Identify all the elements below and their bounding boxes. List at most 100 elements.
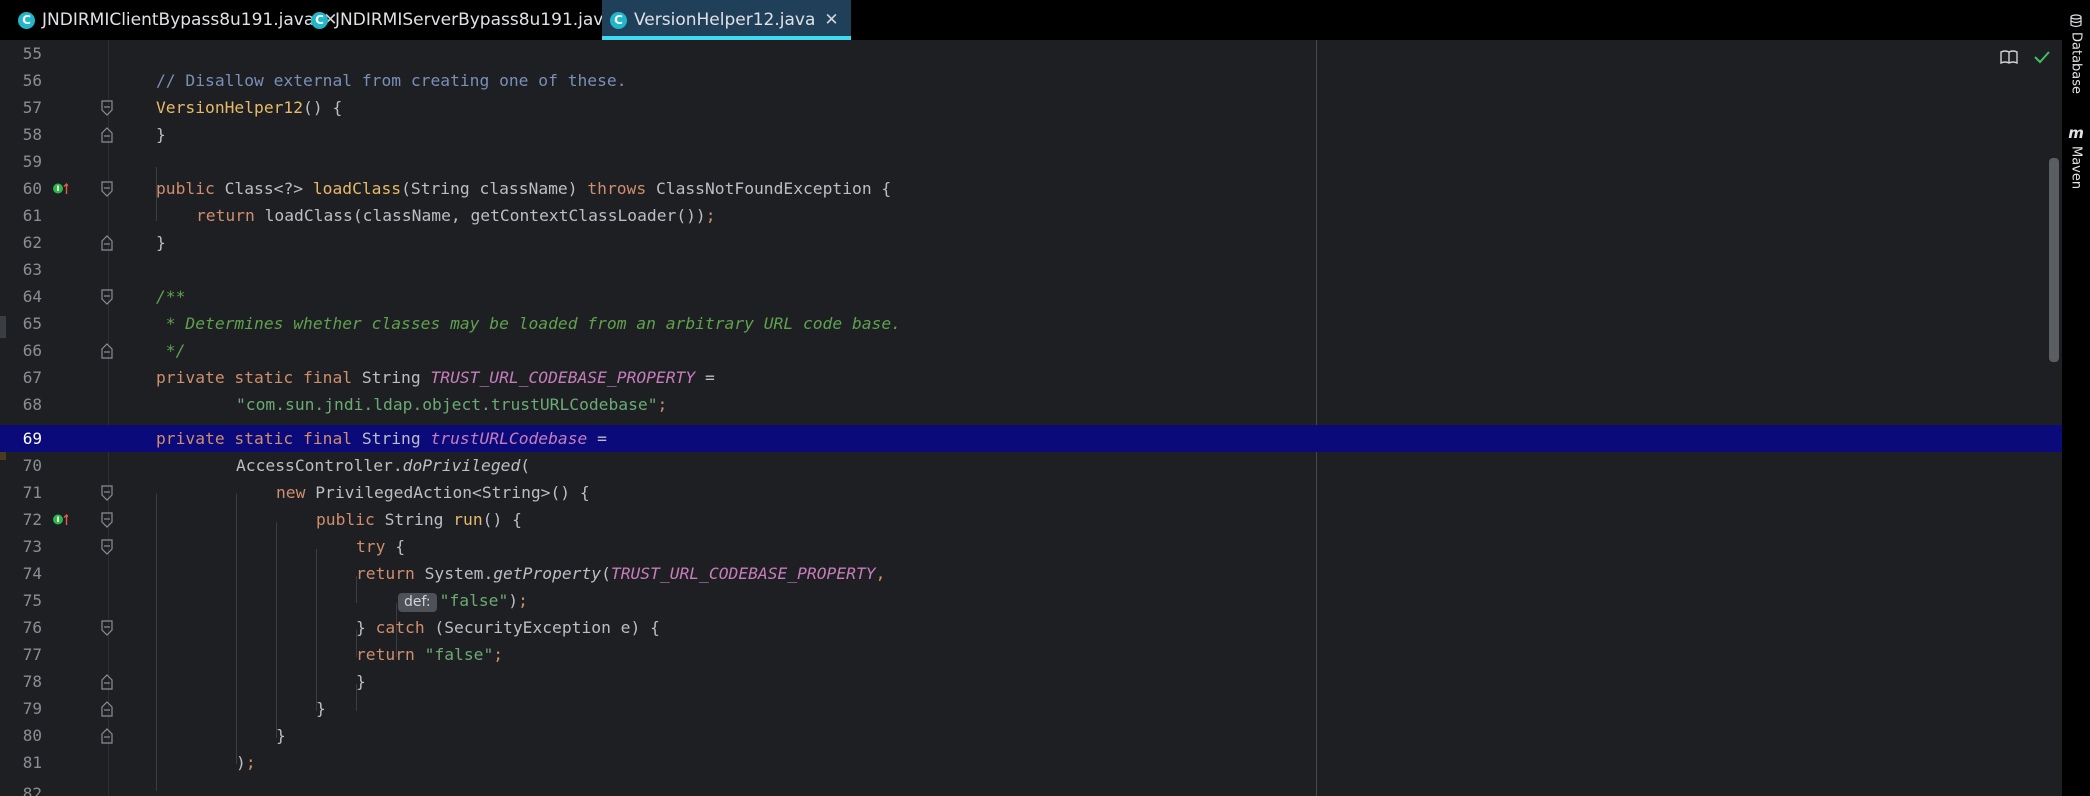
code-line[interactable]: 76 } catch (SecurityException e) { — [0, 614, 2062, 641]
code-text: return System.getProperty(TRUST_URL_CODE… — [356, 564, 886, 583]
line-number: 76 — [22, 618, 42, 637]
fold-open-icon[interactable] — [101, 620, 113, 636]
line-number: 55 — [22, 44, 42, 63]
tab-label: JNDIRMIClientBypass8u191.java — [42, 10, 315, 30]
code-line[interactable]: 58 } — [0, 121, 2062, 148]
line-number: 71 — [22, 483, 42, 502]
code-text: // Disallow external from creating one o… — [156, 71, 627, 90]
fold-end-icon[interactable] — [101, 343, 113, 359]
fold-open-icon[interactable] — [101, 181, 113, 197]
code-line[interactable]: 80 } — [0, 722, 2062, 749]
java-class-icon: C — [18, 11, 35, 29]
line-number: 56 — [22, 71, 42, 90]
code-text: ); — [236, 753, 256, 772]
code-text: VersionHelper12() { — [156, 98, 343, 117]
line-number: 80 — [22, 726, 42, 745]
code-text: return loadClass(className, getContextCl… — [196, 206, 716, 225]
editor-tab-bar: C JNDIRMIClientBypass8u191.java ✕ C JNDI… — [0, 0, 2090, 40]
code-line[interactable]: 60 public Class<?> loadClass(String clas… — [0, 175, 2062, 202]
java-class-icon: C — [311, 11, 328, 29]
code-line[interactable]: 63 — [0, 256, 2062, 283]
fold-open-icon[interactable] — [101, 512, 113, 528]
line-number: 63 — [22, 260, 42, 279]
line-number: 60 — [22, 179, 42, 198]
fold-end-icon[interactable] — [101, 728, 113, 744]
code-text: AccessController.doPrivileged( — [236, 456, 531, 475]
maven-tab-label: Maven — [2068, 146, 2084, 190]
fold-open-icon[interactable] — [101, 539, 113, 555]
code-text: } — [156, 233, 166, 252]
tab-jndi-rmi-server[interactable]: C JNDIRMIServerBypass8u191.java ✕ — [311, 0, 637, 40]
code-line[interactable]: 59 — [0, 148, 2062, 175]
code-text: } catch (SecurityException e) { — [356, 618, 660, 637]
fold-open-icon[interactable] — [101, 485, 113, 501]
code-line[interactable]: 81 ); — [0, 749, 2062, 776]
tab-label: JNDIRMIServerBypass8u191.java — [335, 10, 614, 30]
line-number: 81 — [22, 753, 42, 772]
reader-mode-icon[interactable] — [2000, 49, 2018, 65]
line-number: 65 — [22, 314, 42, 333]
close-icon[interactable]: ✕ — [824, 10, 838, 30]
code-text: public String run() { — [316, 510, 522, 529]
fold-end-icon[interactable] — [101, 235, 113, 251]
code-line[interactable]: 62 } — [0, 229, 2062, 256]
code-text: "com.sun.jndi.ldap.object.trustURLCodeba… — [236, 395, 668, 414]
code-line[interactable]: 82 — [0, 780, 2062, 796]
override-method-icon[interactable] — [50, 182, 68, 195]
code-text: } — [356, 672, 366, 691]
code-line[interactable]: 79 } — [0, 695, 2062, 722]
code-line[interactable]: 56 // Disallow external from creating on… — [0, 67, 2062, 94]
code-text: private static final String trustURLCode… — [156, 429, 607, 448]
code-line[interactable]: 72 public String run() { — [0, 506, 2062, 533]
code-text: private static final String TRUST_URL_CO… — [156, 368, 715, 387]
line-number: 75 — [22, 591, 42, 610]
line-number: 62 — [22, 233, 42, 252]
code-line[interactable]: 73 try { — [0, 533, 2062, 560]
override-method-icon[interactable] — [50, 513, 68, 526]
line-number: 72 — [22, 510, 42, 529]
code-text: public Class<?> loadClass(String classNa… — [156, 179, 892, 198]
database-icon — [2070, 14, 2082, 28]
fold-open-icon[interactable] — [101, 100, 113, 116]
code-line[interactable]: 66 */ — [0, 337, 2062, 364]
code-text: def: "false"); — [398, 587, 528, 616]
line-number: 77 — [22, 645, 42, 664]
line-number: 82 — [22, 784, 42, 796]
code-text: } — [156, 125, 166, 144]
line-number: 66 — [22, 341, 42, 360]
line-number: 57 — [22, 98, 42, 117]
vertical-scrollbar-thumb[interactable] — [2049, 158, 2059, 362]
code-line[interactable]: 77 return "false"; — [0, 641, 2062, 668]
fold-open-icon[interactable] — [101, 289, 113, 305]
caret-line[interactable]: 69 private static final String trustURLC… — [0, 425, 2062, 452]
code-text: try { — [356, 537, 406, 556]
code-line[interactable]: 55 — [0, 40, 2062, 67]
line-number: 70 — [22, 456, 42, 475]
code-line[interactable]: 74 return System.getProperty(TRUST_URL_C… — [0, 560, 2062, 587]
code-line[interactable]: 65 * Determines whether classes may be l… — [0, 310, 2062, 337]
code-line[interactable]: 57 VersionHelper12() { — [0, 94, 2062, 121]
fold-end-icon[interactable] — [101, 674, 113, 690]
code-line[interactable]: 61 return loadClass(className, getContex… — [0, 202, 2062, 229]
tab-jndi-rmi-client[interactable]: C JNDIRMIClientBypass8u191.java ✕ — [18, 0, 338, 40]
fold-end-icon[interactable] — [101, 701, 113, 717]
tab-label: VersionHelper12.java — [634, 10, 816, 30]
database-tool-button[interactable]: Database — [2064, 14, 2088, 94]
line-number: 74 — [22, 564, 42, 583]
maven-tool-button[interactable]: m Maven — [2064, 124, 2088, 189]
code-line[interactable]: 68 "com.sun.jndi.ldap.object.trustURLCod… — [0, 391, 2062, 418]
code-line[interactable]: 78 } — [0, 668, 2062, 695]
line-number: 69 — [22, 429, 42, 448]
code-line[interactable]: 67 private static final String TRUST_URL… — [0, 364, 2062, 391]
code-line[interactable]: 71 new PrivilegedAction<String>() { — [0, 479, 2062, 506]
line-number: 68 — [22, 395, 42, 414]
code-line[interactable]: 64 /** — [0, 283, 2062, 310]
parameter-hint: def: — [398, 593, 437, 612]
fold-end-icon[interactable] — [101, 127, 113, 143]
code-line[interactable]: 75 def: "false"); — [0, 587, 2062, 614]
tab-version-helper[interactable]: C VersionHelper12.java ✕ — [602, 0, 851, 40]
code-editor[interactable]: 55 56 // Disallow external from creating… — [0, 40, 2062, 796]
inspection-ok-icon[interactable] — [2033, 49, 2051, 65]
code-line[interactable]: 70 AccessController.doPrivileged( — [0, 452, 2062, 479]
code-text: } — [276, 726, 286, 745]
